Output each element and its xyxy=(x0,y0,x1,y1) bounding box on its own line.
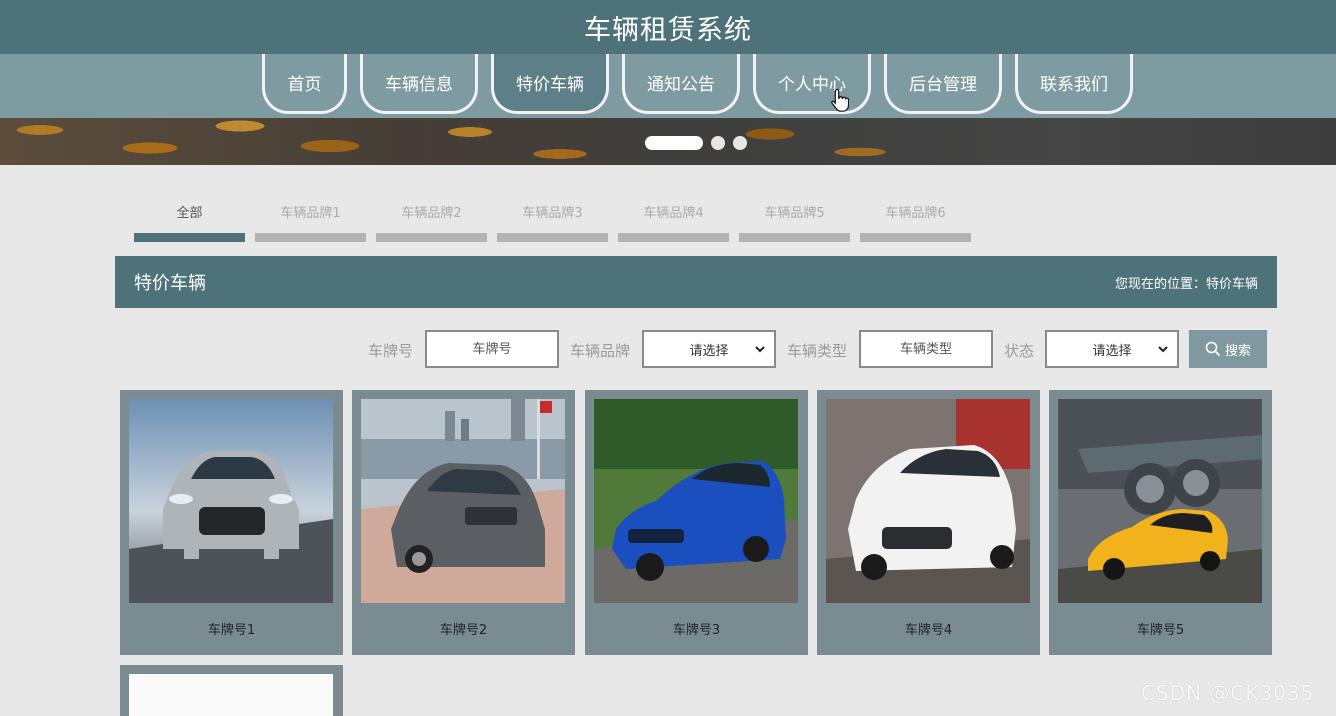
search-button[interactable]: 搜索 xyxy=(1189,330,1267,368)
brand-select[interactable]: 请选择 xyxy=(642,330,776,368)
search-icon xyxy=(1205,341,1221,357)
type-label: 车辆类型 xyxy=(787,342,848,360)
tab-label: 车辆品牌2 xyxy=(401,206,462,221)
carousel-dot[interactable] xyxy=(711,136,725,150)
car-card[interactable]: 车牌号4 xyxy=(817,390,1040,655)
car-image[interactable] xyxy=(361,399,565,603)
tab-brand-4[interactable]: 车辆品牌4 xyxy=(618,202,729,242)
nav-item-label: 联系我们 xyxy=(1040,75,1108,95)
plate-input[interactable] xyxy=(425,330,559,368)
chevron-down-icon xyxy=(1158,346,1168,353)
watermark: CSDN @CK3035 xyxy=(1141,681,1315,705)
car-card[interactable]: 车牌号1 xyxy=(120,390,343,655)
car-image[interactable] xyxy=(826,399,1030,603)
car-card[interactable] xyxy=(120,665,343,716)
breadcrumb-prefix: 您现在的位置： xyxy=(1114,276,1206,292)
car-plate: 车牌号5 xyxy=(1136,623,1185,638)
nav-item-personal-center[interactable]: 个人中心 xyxy=(753,54,871,114)
car-image[interactable] xyxy=(1058,399,1262,603)
car-card[interactable]: 车牌号5 xyxy=(1049,390,1272,655)
brand-select-value: 请选择 xyxy=(689,343,729,359)
carousel-indicators xyxy=(645,136,747,150)
search-button-label: 搜索 xyxy=(1224,343,1251,359)
breadcrumb: 您现在的位置： 特价车辆 xyxy=(1115,273,1258,292)
tab-label: 全部 xyxy=(176,206,203,221)
car-plate: 车牌号3 xyxy=(672,623,721,638)
breadcrumb-current[interactable]: 特价车辆 xyxy=(1206,273,1258,292)
section-header: 特价车辆 您现在的位置： 特价车辆 xyxy=(115,256,1277,308)
tab-brand-3[interactable]: 车辆品牌3 xyxy=(497,202,608,242)
tab-brand-6[interactable]: 车辆品牌6 xyxy=(860,202,971,242)
nav-item-label: 特价车辆 xyxy=(516,75,584,95)
plate-label: 车牌号 xyxy=(368,342,414,360)
tab-label: 车辆品牌4 xyxy=(643,206,704,221)
brand-filter-tabs: 全部 车辆品牌1 车辆品牌2 车辆品牌3 车辆品牌4 车辆品牌5 车辆品牌6 xyxy=(134,202,971,242)
header-bar: 车辆租赁系统 xyxy=(0,0,1336,54)
carousel-dot[interactable] xyxy=(733,136,747,150)
type-input[interactable] xyxy=(859,330,993,368)
tab-all[interactable]: 全部 xyxy=(134,202,245,242)
status-select-value: 请选择 xyxy=(1092,343,1132,359)
nav-item-car-info[interactable]: 车辆信息 xyxy=(360,54,478,114)
search-form: 车牌号 车辆品牌 请选择 车辆类型 状态 请选择 搜索 xyxy=(0,330,1336,368)
car-image[interactable] xyxy=(594,399,798,603)
nav-item-special-cars[interactable]: 特价车辆 xyxy=(491,54,609,114)
nav-item-notices[interactable]: 通知公告 xyxy=(622,54,740,114)
car-plate: 车牌号2 xyxy=(439,623,488,638)
car-card[interactable]: 车牌号2 xyxy=(352,390,575,655)
nav-item-label: 首页 xyxy=(287,75,322,95)
tab-brand-2[interactable]: 车辆品牌2 xyxy=(376,202,487,242)
brand-label: 车辆品牌 xyxy=(570,342,631,360)
car-image[interactable] xyxy=(129,674,333,716)
car-card[interactable]: 车牌号3 xyxy=(585,390,808,655)
nav-item-contact[interactable]: 联系我们 xyxy=(1015,54,1133,114)
nav-item-label: 后台管理 xyxy=(909,75,977,95)
tab-label: 车辆品牌5 xyxy=(764,206,825,221)
main-nav: 首页 车辆信息 特价车辆 通知公告 个人中心 后台管理 联系我们 xyxy=(0,54,1336,118)
site-title: 车辆租赁系统 xyxy=(584,14,752,46)
tab-brand-5[interactable]: 车辆品牌5 xyxy=(739,202,850,242)
page-title: 特价车辆 xyxy=(134,273,206,294)
nav-item-label: 车辆信息 xyxy=(385,75,453,95)
car-plate: 车牌号4 xyxy=(904,623,953,638)
tab-label: 车辆品牌1 xyxy=(280,206,341,221)
tab-brand-1[interactable]: 车辆品牌1 xyxy=(255,202,366,242)
car-image[interactable] xyxy=(129,399,333,603)
tab-label: 车辆品牌3 xyxy=(522,206,583,221)
status-select[interactable]: 请选择 xyxy=(1045,330,1179,368)
status-label: 状态 xyxy=(1004,342,1035,360)
chevron-down-icon xyxy=(755,346,765,353)
nav-item-home[interactable]: 首页 xyxy=(262,54,347,114)
carousel-dot[interactable] xyxy=(645,136,703,150)
tab-label: 车辆品牌6 xyxy=(885,206,946,221)
hand-cursor-icon xyxy=(831,88,849,112)
nav-item-label: 通知公告 xyxy=(647,75,715,95)
car-plate: 车牌号1 xyxy=(207,623,256,638)
nav-item-admin[interactable]: 后台管理 xyxy=(884,54,1002,114)
